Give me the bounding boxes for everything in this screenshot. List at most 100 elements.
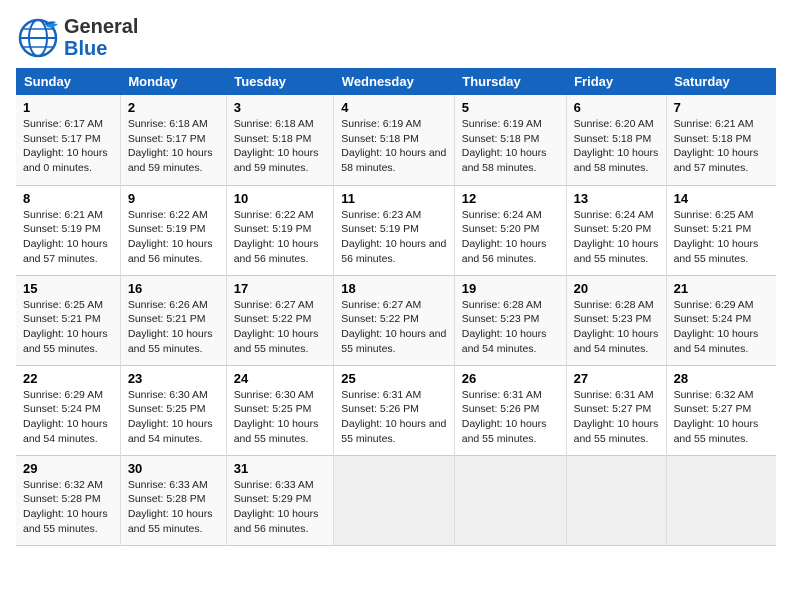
day-info: Sunrise: 6:29 AM Sunset: 5:24 PM Dayligh… <box>23 388 113 447</box>
calendar-cell: 14 Sunrise: 6:25 AM Sunset: 5:21 PM Dayl… <box>666 185 776 275</box>
day-number: 31 <box>234 461 327 476</box>
calendar-cell: 4 Sunrise: 6:19 AM Sunset: 5:18 PM Dayli… <box>334 95 454 185</box>
calendar-cell: 8 Sunrise: 6:21 AM Sunset: 5:19 PM Dayli… <box>16 185 120 275</box>
calendar-cell <box>666 455 776 545</box>
day-number: 15 <box>23 281 113 296</box>
day-number: 26 <box>462 371 559 386</box>
day-number: 1 <box>23 100 113 115</box>
day-info: Sunrise: 6:22 AM Sunset: 5:19 PM Dayligh… <box>234 208 327 267</box>
calendar-cell: 31 Sunrise: 6:33 AM Sunset: 5:29 PM Dayl… <box>226 455 334 545</box>
day-info: Sunrise: 6:17 AM Sunset: 5:17 PM Dayligh… <box>23 117 113 176</box>
day-number: 30 <box>128 461 219 476</box>
calendar-week-row: 22 Sunrise: 6:29 AM Sunset: 5:24 PM Dayl… <box>16 365 776 455</box>
day-number: 5 <box>462 100 559 115</box>
day-number: 6 <box>574 100 659 115</box>
day-number: 20 <box>574 281 659 296</box>
calendar-cell: 18 Sunrise: 6:27 AM Sunset: 5:22 PM Dayl… <box>334 275 454 365</box>
day-info: Sunrise: 6:27 AM Sunset: 5:22 PM Dayligh… <box>341 298 446 357</box>
calendar-cell: 7 Sunrise: 6:21 AM Sunset: 5:18 PM Dayli… <box>666 95 776 185</box>
day-number: 8 <box>23 191 113 206</box>
day-info: Sunrise: 6:33 AM Sunset: 5:28 PM Dayligh… <box>128 478 219 537</box>
calendar-cell: 21 Sunrise: 6:29 AM Sunset: 5:24 PM Dayl… <box>666 275 776 365</box>
day-info: Sunrise: 6:22 AM Sunset: 5:19 PM Dayligh… <box>128 208 219 267</box>
logo: General Blue <box>16 16 138 60</box>
day-info: Sunrise: 6:30 AM Sunset: 5:25 PM Dayligh… <box>128 388 219 447</box>
calendar-cell: 23 Sunrise: 6:30 AM Sunset: 5:25 PM Dayl… <box>120 365 226 455</box>
day-number: 23 <box>128 371 219 386</box>
day-number: 28 <box>674 371 769 386</box>
day-number: 19 <box>462 281 559 296</box>
day-number: 22 <box>23 371 113 386</box>
day-info: Sunrise: 6:25 AM Sunset: 5:21 PM Dayligh… <box>674 208 769 267</box>
day-header-saturday: Saturday <box>666 68 776 95</box>
day-info: Sunrise: 6:30 AM Sunset: 5:25 PM Dayligh… <box>234 388 327 447</box>
day-info: Sunrise: 6:19 AM Sunset: 5:18 PM Dayligh… <box>462 117 559 176</box>
page-header: General Blue <box>16 16 776 60</box>
day-info: Sunrise: 6:18 AM Sunset: 5:18 PM Dayligh… <box>234 117 327 176</box>
day-number: 3 <box>234 100 327 115</box>
day-header-wednesday: Wednesday <box>334 68 454 95</box>
calendar-cell: 26 Sunrise: 6:31 AM Sunset: 5:26 PM Dayl… <box>454 365 566 455</box>
calendar-cell <box>454 455 566 545</box>
calendar-body: 1 Sunrise: 6:17 AM Sunset: 5:17 PM Dayli… <box>16 95 776 545</box>
calendar-cell: 16 Sunrise: 6:26 AM Sunset: 5:21 PM Dayl… <box>120 275 226 365</box>
day-info: Sunrise: 6:28 AM Sunset: 5:23 PM Dayligh… <box>574 298 659 357</box>
calendar-cell: 27 Sunrise: 6:31 AM Sunset: 5:27 PM Dayl… <box>566 365 666 455</box>
calendar-cell: 29 Sunrise: 6:32 AM Sunset: 5:28 PM Dayl… <box>16 455 120 545</box>
day-number: 4 <box>341 100 446 115</box>
day-number: 9 <box>128 191 219 206</box>
day-info: Sunrise: 6:32 AM Sunset: 5:28 PM Dayligh… <box>23 478 113 537</box>
logo-blue: Blue <box>64 38 138 60</box>
day-info: Sunrise: 6:31 AM Sunset: 5:27 PM Dayligh… <box>574 388 659 447</box>
day-number: 16 <box>128 281 219 296</box>
calendar-week-row: 8 Sunrise: 6:21 AM Sunset: 5:19 PM Dayli… <box>16 185 776 275</box>
day-info: Sunrise: 6:19 AM Sunset: 5:18 PM Dayligh… <box>341 117 446 176</box>
calendar-cell <box>334 455 454 545</box>
day-info: Sunrise: 6:21 AM Sunset: 5:18 PM Dayligh… <box>674 117 769 176</box>
day-number: 7 <box>674 100 769 115</box>
day-number: 18 <box>341 281 446 296</box>
calendar-cell: 17 Sunrise: 6:27 AM Sunset: 5:22 PM Dayl… <box>226 275 334 365</box>
calendar-cell: 6 Sunrise: 6:20 AM Sunset: 5:18 PM Dayli… <box>566 95 666 185</box>
calendar-cell <box>566 455 666 545</box>
day-number: 29 <box>23 461 113 476</box>
calendar-cell: 5 Sunrise: 6:19 AM Sunset: 5:18 PM Dayli… <box>454 95 566 185</box>
day-number: 25 <box>341 371 446 386</box>
day-header-thursday: Thursday <box>454 68 566 95</box>
calendar-week-row: 15 Sunrise: 6:25 AM Sunset: 5:21 PM Dayl… <box>16 275 776 365</box>
day-info: Sunrise: 6:28 AM Sunset: 5:23 PM Dayligh… <box>462 298 559 357</box>
day-info: Sunrise: 6:21 AM Sunset: 5:19 PM Dayligh… <box>23 208 113 267</box>
day-info: Sunrise: 6:31 AM Sunset: 5:26 PM Dayligh… <box>341 388 446 447</box>
calendar-cell: 20 Sunrise: 6:28 AM Sunset: 5:23 PM Dayl… <box>566 275 666 365</box>
day-number: 17 <box>234 281 327 296</box>
calendar-cell: 22 Sunrise: 6:29 AM Sunset: 5:24 PM Dayl… <box>16 365 120 455</box>
calendar-cell: 25 Sunrise: 6:31 AM Sunset: 5:26 PM Dayl… <box>334 365 454 455</box>
calendar-cell: 3 Sunrise: 6:18 AM Sunset: 5:18 PM Dayli… <box>226 95 334 185</box>
calendar-week-row: 1 Sunrise: 6:17 AM Sunset: 5:17 PM Dayli… <box>16 95 776 185</box>
day-info: Sunrise: 6:29 AM Sunset: 5:24 PM Dayligh… <box>674 298 769 357</box>
calendar-cell: 10 Sunrise: 6:22 AM Sunset: 5:19 PM Dayl… <box>226 185 334 275</box>
day-number: 21 <box>674 281 769 296</box>
day-header-tuesday: Tuesday <box>226 68 334 95</box>
day-info: Sunrise: 6:31 AM Sunset: 5:26 PM Dayligh… <box>462 388 559 447</box>
logo-icon <box>16 16 60 60</box>
calendar-cell: 1 Sunrise: 6:17 AM Sunset: 5:17 PM Dayli… <box>16 95 120 185</box>
calendar-cell: 13 Sunrise: 6:24 AM Sunset: 5:20 PM Dayl… <box>566 185 666 275</box>
day-info: Sunrise: 6:25 AM Sunset: 5:21 PM Dayligh… <box>23 298 113 357</box>
day-number: 27 <box>574 371 659 386</box>
day-info: Sunrise: 6:23 AM Sunset: 5:19 PM Dayligh… <box>341 208 446 267</box>
day-number: 11 <box>341 191 446 206</box>
calendar-week-row: 29 Sunrise: 6:32 AM Sunset: 5:28 PM Dayl… <box>16 455 776 545</box>
day-number: 10 <box>234 191 327 206</box>
calendar-cell: 15 Sunrise: 6:25 AM Sunset: 5:21 PM Dayl… <box>16 275 120 365</box>
day-info: Sunrise: 6:18 AM Sunset: 5:17 PM Dayligh… <box>128 117 219 176</box>
calendar-cell: 19 Sunrise: 6:28 AM Sunset: 5:23 PM Dayl… <box>454 275 566 365</box>
day-info: Sunrise: 6:26 AM Sunset: 5:21 PM Dayligh… <box>128 298 219 357</box>
calendar-cell: 2 Sunrise: 6:18 AM Sunset: 5:17 PM Dayli… <box>120 95 226 185</box>
day-info: Sunrise: 6:20 AM Sunset: 5:18 PM Dayligh… <box>574 117 659 176</box>
day-info: Sunrise: 6:32 AM Sunset: 5:27 PM Dayligh… <box>674 388 769 447</box>
calendar-cell: 28 Sunrise: 6:32 AM Sunset: 5:27 PM Dayl… <box>666 365 776 455</box>
day-number: 24 <box>234 371 327 386</box>
calendar-cell: 12 Sunrise: 6:24 AM Sunset: 5:20 PM Dayl… <box>454 185 566 275</box>
day-header-friday: Friday <box>566 68 666 95</box>
